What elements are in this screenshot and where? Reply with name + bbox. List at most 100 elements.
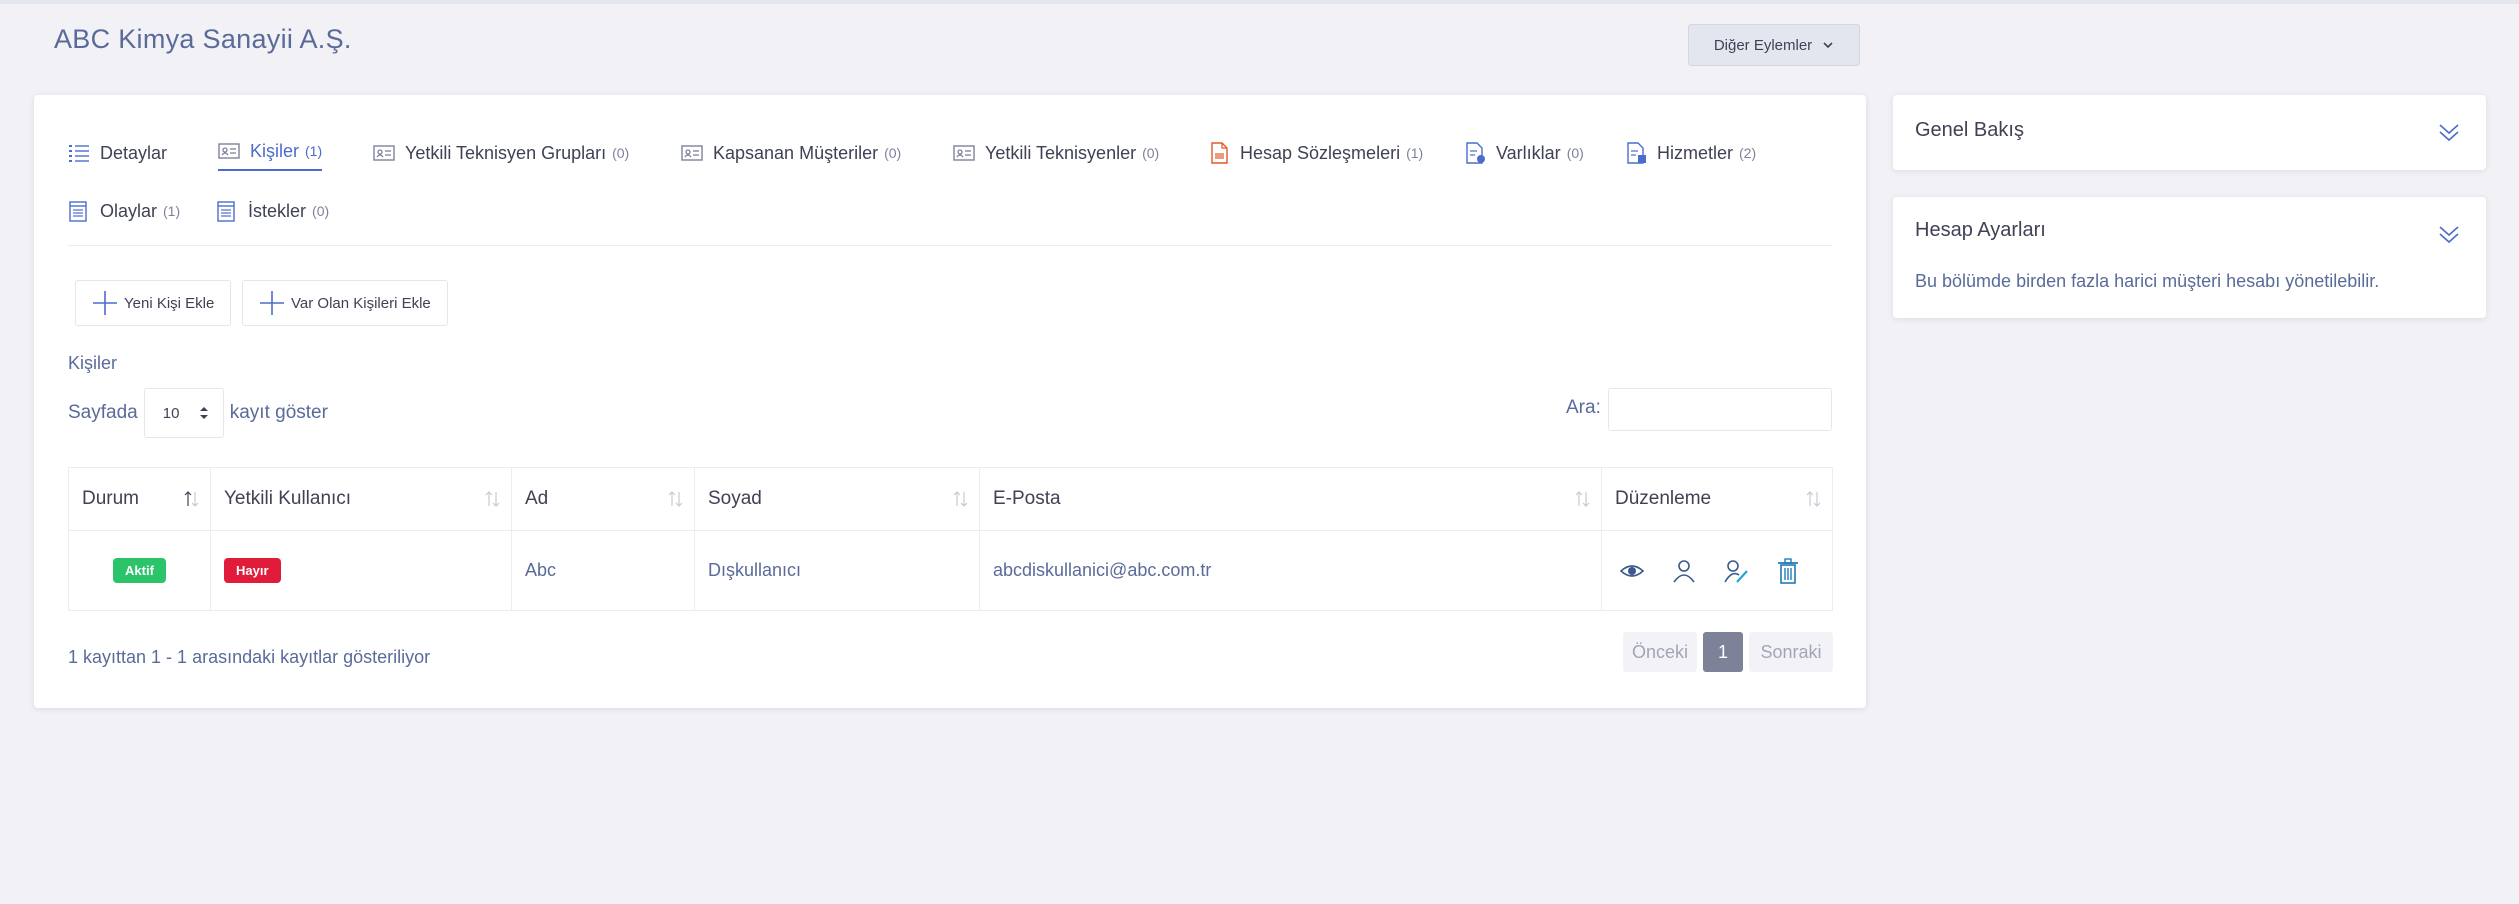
- tab-varliklar[interactable]: Varlıklar (0): [1464, 135, 1584, 171]
- pagination-page-1[interactable]: 1: [1703, 632, 1743, 672]
- first-name-cell: Abc: [511, 530, 695, 611]
- search-input[interactable]: [1608, 388, 1832, 431]
- tab-label: Kişiler: [250, 140, 300, 161]
- double-chevron-down-icon[interactable]: [2438, 223, 2460, 245]
- tab-kisiler[interactable]: Kişiler (1): [218, 135, 323, 171]
- column-header-e-posta[interactable]: E-Posta: [979, 467, 1602, 531]
- sort-icon: [485, 491, 500, 507]
- page-title: ABC Kimya Sanayii A.Ş.: [54, 24, 352, 54]
- top-strip: [0, 0, 2519, 4]
- search-label: Ara:: [1566, 397, 1601, 418]
- column-header-durum[interactable]: Durum: [68, 467, 211, 531]
- list-icon: [69, 145, 89, 162]
- contact-card-icon: [953, 145, 975, 161]
- pagination: Önceki 1 Sonraki: [1623, 632, 1833, 672]
- contacts-table: Durum Yetkili Kullanıcı Ad Soyad E-Posta…: [68, 467, 1833, 611]
- add-existing-contacts-button[interactable]: Var Olan Kişileri Ekle: [242, 280, 448, 326]
- tab-count: (1): [163, 203, 181, 219]
- service-document-icon: [1627, 142, 1646, 164]
- tab-count: (0): [312, 203, 330, 219]
- tab-count: (0): [612, 145, 630, 161]
- select-arrows-icon: [199, 407, 208, 419]
- other-actions-label: Diğer Eylemler: [1713, 36, 1813, 54]
- column-header-label: Soyad: [708, 488, 762, 509]
- page-length-value: 10: [162, 404, 180, 422]
- column-header-label: Düzenleme: [1615, 488, 1712, 509]
- calendar-sheet-icon: [69, 201, 87, 222]
- page-length-select[interactable]: 10: [143, 388, 224, 438]
- pagination-previous[interactable]: Önceki: [1623, 632, 1697, 672]
- tab-count: (0): [1566, 145, 1584, 161]
- length-menu: Sayfada 10 kayıt göster: [68, 388, 328, 438]
- tabs-divider: [68, 245, 1832, 246]
- tab-label: Kapsanan Müşteriler: [713, 142, 879, 163]
- tab-hesap-sozlesmeleri[interactable]: Hesap Sözleşmeleri (1): [1208, 135, 1423, 171]
- eye-icon[interactable]: [1619, 558, 1645, 584]
- tab-detaylar[interactable]: Detaylar: [68, 135, 167, 171]
- tab-kapsanan-musteriler[interactable]: Kapsanan Müşteriler (0): [681, 135, 901, 171]
- status-cell: Aktif: [68, 530, 211, 611]
- contract-document-icon: [1211, 142, 1228, 164]
- overview-title: Genel Bakış: [1915, 119, 2024, 141]
- column-header-duzenleme[interactable]: Düzenleme: [1601, 467, 1833, 531]
- tab-count: (2): [1739, 145, 1757, 161]
- new-contact-label: Yeni Kişi Ekle: [124, 294, 215, 312]
- tab-yetkili-teknisyen-gruplari[interactable]: Yetkili Teknisyen Grupları (0): [373, 135, 629, 171]
- pagination-next[interactable]: Sonraki: [1749, 632, 1833, 672]
- tab-label: Olaylar: [100, 200, 158, 221]
- table-info: 1 kayıttan 1 - 1 arasındaki kayıtlar gös…: [68, 647, 431, 667]
- tab-olaylar[interactable]: Olaylar (1): [68, 193, 180, 229]
- contact-card-icon: [373, 145, 395, 161]
- account-settings-card: Hesap Ayarları Bu bölümde birden fazla h…: [1893, 197, 2486, 318]
- authorized-cell: Hayır: [210, 530, 512, 611]
- section-title: Kişiler: [68, 353, 118, 373]
- tab-label: Varlıklar: [1496, 142, 1561, 163]
- table-header-row: Durum Yetkili Kullanıcı Ad Soyad E-Posta…: [68, 467, 1833, 531]
- user-edit-icon[interactable]: [1723, 558, 1749, 584]
- main-card: Detaylar Kişiler (1) Yetkili Teknisyen G…: [34, 95, 1866, 708]
- column-header-yetkili-kullanici[interactable]: Yetkili Kullanıcı: [210, 467, 512, 531]
- tab-count: (1): [305, 143, 323, 159]
- sort-icon: [1806, 491, 1821, 507]
- tab-hizmetler[interactable]: Hizmetler (2): [1625, 135, 1756, 171]
- tab-count: (0): [1142, 145, 1160, 161]
- column-header-label: E-Posta: [993, 488, 1061, 509]
- column-header-soyad[interactable]: Soyad: [694, 467, 980, 531]
- asset-document-icon: [1466, 142, 1485, 164]
- add-existing-label: Var Olan Kişileri Ekle: [291, 294, 431, 312]
- length-prefix: Sayfada: [68, 402, 138, 423]
- tab-count: (1): [1406, 145, 1424, 161]
- calendar-sheet-icon: [217, 201, 235, 222]
- table-row: Aktif Hayır Abc Dışkullanıcı abcdiskulla…: [68, 530, 1833, 611]
- sort-asc-icon: [184, 491, 199, 507]
- double-chevron-down-icon[interactable]: [2438, 121, 2460, 143]
- tab-label: Hesap Sözleşmeleri: [1240, 142, 1401, 163]
- user-icon[interactable]: [1671, 558, 1697, 584]
- sort-icon: [668, 491, 683, 507]
- tab-istekler[interactable]: İstekler (0): [216, 193, 329, 229]
- length-suffix: kayıt göster: [229, 402, 328, 423]
- column-header-label: Durum: [82, 488, 140, 509]
- account-settings-description: Bu bölümde birden fazla harici müşteri h…: [1915, 271, 2380, 291]
- authorized-badge: Hayır: [224, 558, 281, 583]
- column-header-label: Ad: [525, 488, 549, 509]
- overview-card[interactable]: Genel Bakış: [1893, 95, 2486, 170]
- contact-card-icon: [681, 145, 703, 161]
- account-settings-title: Hesap Ayarları: [1915, 219, 2046, 241]
- column-header-label: Yetkili Kullanıcı: [224, 488, 352, 509]
- trash-icon[interactable]: [1775, 557, 1801, 584]
- tab-label: Detaylar: [100, 142, 168, 163]
- contact-card-icon: [218, 143, 240, 159]
- chevron-down-icon: [1823, 42, 1833, 49]
- other-actions-button[interactable]: Diğer Eylemler: [1688, 24, 1860, 66]
- tab-label: Hizmetler: [1657, 142, 1734, 163]
- plus-icon: [93, 291, 117, 315]
- tab-label: Yetkili Teknisyenler: [985, 142, 1137, 163]
- status-badge: Aktif: [113, 558, 166, 583]
- sort-icon: [1575, 491, 1590, 507]
- tab-label: İstekler: [248, 200, 307, 221]
- tab-label: Yetkili Teknisyen Grupları: [405, 142, 607, 163]
- column-header-ad[interactable]: Ad: [511, 467, 695, 531]
- tab-yetkili-teknisyenler[interactable]: Yetkili Teknisyenler (0): [953, 135, 1159, 171]
- new-contact-button[interactable]: Yeni Kişi Ekle: [75, 280, 232, 326]
